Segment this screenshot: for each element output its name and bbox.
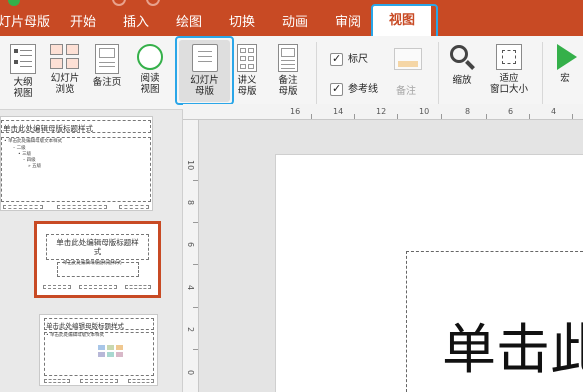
tab-slide-master[interactable]: 灯片母版 — [0, 12, 50, 34]
ruler-number: 6 — [186, 242, 195, 248]
ruler-number: 4 — [551, 107, 557, 116]
notes-master-button[interactable]: 备注 母版 — [272, 44, 304, 97]
layout2-footer-number — [128, 379, 154, 383]
slide-sorter-button[interactable]: 幻灯片 浏览 — [46, 44, 84, 95]
master-footer-number — [119, 205, 149, 209]
ruler-number: 0 — [186, 370, 195, 376]
handout-master-button[interactable]: 讲义 母版 — [234, 44, 260, 97]
slide-title-text[interactable]: 单击此 — [442, 305, 583, 384]
macros-button[interactable]: 宏 — [550, 44, 580, 84]
slide-master-highlight — [175, 36, 234, 105]
handout-master-icon — [237, 44, 257, 72]
quick-access-toolbar — [112, 0, 172, 8]
outline-view-icon — [10, 44, 36, 74]
ribbon: 大纲 视图 幻灯片 浏览 备注页 阅读 视图 幻灯片 母版 讲义 母版 备注 母… — [0, 36, 583, 110]
outline-view-label: 大纲 视图 — [13, 77, 33, 99]
tab-review[interactable]: 审阅 — [335, 12, 361, 34]
handout-master-label: 讲义 母版 — [237, 75, 257, 97]
window-controls — [8, 0, 20, 8]
ribbon-separator — [316, 42, 317, 104]
tab-draw[interactable]: 绘图 — [176, 12, 202, 34]
master-footer-text — [57, 205, 107, 209]
tab-home[interactable]: 开始 — [70, 12, 96, 34]
guides-check-icon — [330, 82, 343, 96]
ruler-number: 12 — [376, 107, 387, 116]
ruler-number: 2 — [186, 327, 195, 333]
layout2-footer-text — [80, 379, 118, 383]
layout2-footer-date — [44, 379, 70, 383]
ribbon-separator — [438, 42, 439, 104]
content-placeholder-icons — [98, 345, 124, 357]
ruler-number: 6 — [508, 107, 514, 116]
ruler-number: 14 — [333, 107, 344, 116]
ruler-number: 8 — [186, 200, 195, 206]
ruler-number: 10 — [186, 160, 195, 171]
reading-view-label: 阅读 视图 — [140, 73, 160, 95]
master-title-placeholder — [1, 120, 151, 133]
notes-page-icon — [95, 44, 119, 74]
ruler-number: 10 — [419, 107, 430, 116]
ruler-checkbox[interactable]: 标尺 — [330, 50, 368, 66]
fit-window-icon — [496, 44, 522, 70]
notes-button[interactable]: 备注 — [388, 44, 428, 100]
notes-master-icon — [278, 44, 298, 72]
reading-view-icon — [137, 44, 163, 70]
fit-to-window-label: 适应 窗口大小 — [489, 73, 528, 95]
master-footer-date — [3, 205, 43, 209]
horizontal-ruler[interactable]: 16 14 12 10 8 6 4 — [183, 104, 583, 120]
ribbon-separator — [542, 42, 543, 104]
layout2-thumb-body: • 单击此处编辑母版文本样式 — [46, 333, 105, 338]
tab-insert[interactable]: 插入 — [123, 12, 149, 34]
tab-animations[interactable]: 动画 — [282, 12, 308, 34]
ruler-number: 16 — [290, 107, 301, 116]
content-layout-thumbnail[interactable]: 单击此处编辑母版标题样式 • 单击此处编辑母版文本样式 — [39, 314, 158, 386]
master-thumbnail[interactable]: 单击此处编辑母版标题样式 • 单击此处编辑母版文本样式 – 二级 • 三级 – … — [0, 116, 153, 211]
notes-page-label: 备注页 — [92, 77, 122, 88]
outline-view-button[interactable]: 大纲 视图 — [6, 44, 40, 99]
fit-to-window-button[interactable]: 适应 窗口大小 — [484, 44, 534, 95]
master-body-placeholder — [1, 137, 151, 202]
magnifier-icon — [448, 44, 476, 72]
guides-label: 参考线 — [348, 84, 378, 95]
slide-sorter-label: 幻灯片 浏览 — [50, 73, 80, 95]
guides-checkbox[interactable]: 参考线 — [330, 80, 378, 96]
selected-thumbnail-border — [34, 221, 161, 298]
notes-master-label: 备注 母版 — [278, 75, 298, 97]
macros-label: 宏 — [560, 73, 570, 84]
zoom-button[interactable]: 缩放 — [446, 44, 478, 86]
zoom-label: 缩放 — [452, 75, 472, 86]
ruler-number: 8 — [465, 107, 471, 116]
tab-transitions[interactable]: 切换 — [229, 12, 255, 34]
notes-page-button[interactable]: 备注页 — [88, 44, 126, 88]
notes-icon — [394, 48, 422, 70]
ruler-check-icon — [330, 52, 343, 66]
play-icon — [557, 44, 577, 70]
ruler-number: 4 — [186, 285, 195, 291]
vertical-ruler[interactable]: 10 8 6 4 2 0 — [183, 120, 199, 392]
layout2-thumb-title: 单击此处编辑母版标题样式 — [46, 322, 124, 330]
slide-sorter-icon — [50, 44, 80, 70]
notes-label: 备注 — [396, 86, 416, 97]
ruler-label: 标尺 — [348, 54, 368, 65]
reading-view-button[interactable]: 阅读 视图 — [132, 44, 168, 95]
